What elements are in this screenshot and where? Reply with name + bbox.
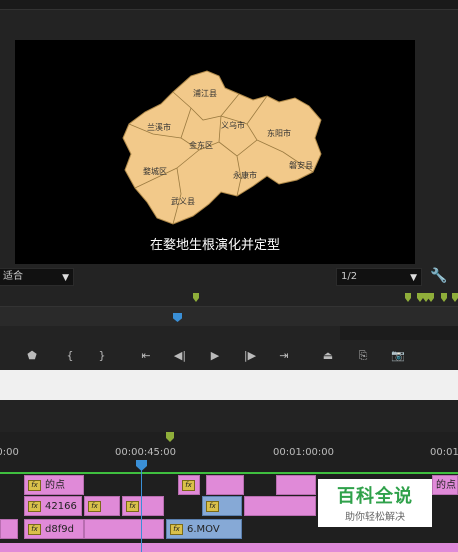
map-label: 浦江县 xyxy=(193,88,217,98)
map-label: 东阳市 xyxy=(267,128,291,138)
clip[interactable] xyxy=(276,475,316,495)
marker[interactable] xyxy=(405,293,411,302)
region-map: 浦江县 兰溪市 义乌市 东阳市 金东区 婺城区 永康市 磐安县 武义县 xyxy=(122,70,322,225)
chevron-down-icon: ▼ xyxy=(62,273,69,283)
clip[interactable]: fx 的点 xyxy=(24,475,84,495)
clip[interactable] xyxy=(244,496,316,516)
extract-icon[interactable]: ⎘ xyxy=(355,348,371,364)
watermark-title: 百科全说 xyxy=(337,486,413,507)
camera-icon[interactable]: 📷 xyxy=(390,348,406,364)
timeline-panel: 00:00 00:00:45:00 00:01:00:00 00:01 fx 的点… xyxy=(0,400,458,552)
work-area-bar[interactable] xyxy=(0,472,458,474)
resolution-label: 1/2 xyxy=(341,271,358,282)
fx-badge: fx xyxy=(170,523,183,535)
mark-in-icon[interactable]: { xyxy=(62,348,78,364)
map-label: 武义县 xyxy=(171,196,195,206)
clip[interactable]: fx 42166 xyxy=(24,496,82,516)
fx-badge: fx xyxy=(206,500,219,512)
resolution-dropdown[interactable]: 1/2 ▼ xyxy=(336,268,422,286)
fx-badge: fx xyxy=(28,500,41,512)
clip[interactable]: fx xyxy=(84,496,120,516)
timecode: 00:01 xyxy=(430,447,458,458)
clip[interactable] xyxy=(84,519,164,539)
timeline-marker[interactable] xyxy=(166,432,174,442)
video-subtitle: 在婺地生根演化并定型 xyxy=(149,238,280,253)
play-icon[interactable]: ▶ xyxy=(207,348,223,364)
go-to-in-icon[interactable]: ⇤ xyxy=(138,348,154,364)
monitor-ruler[interactable] xyxy=(0,306,458,326)
fx-badge: fx xyxy=(182,479,195,491)
lift-icon[interactable]: ⏏ xyxy=(320,348,336,364)
add-marker-icon[interactable]: ⬟ xyxy=(24,348,40,364)
timeline-header xyxy=(0,400,458,432)
map-label: 永康市 xyxy=(233,170,257,180)
clip[interactable]: fx xyxy=(202,496,242,516)
chevron-down-icon: ▼ xyxy=(410,273,417,283)
clip[interactable]: fx xyxy=(122,496,164,516)
fit-label: 适合 xyxy=(3,271,23,282)
clip[interactable]: 的点 xyxy=(432,475,458,495)
clip-label: 42166 xyxy=(45,501,77,512)
clip[interactable]: fx xyxy=(178,475,200,495)
fx-badge: fx xyxy=(126,500,139,512)
clip-label: d8f9d xyxy=(45,524,74,535)
fx-badge: fx xyxy=(88,500,101,512)
map-label: 金东区 xyxy=(189,140,213,150)
timecode: 00:00 xyxy=(0,447,19,458)
transport-controls: ⬟ { } ⇤ ◀| ▶ |▶ ⇥ ⏏ ⎘ 📷 xyxy=(0,342,458,370)
marker[interactable] xyxy=(417,293,423,302)
fx-badge: fx xyxy=(28,479,41,491)
step-back-icon[interactable]: ◀| xyxy=(172,348,188,364)
fx-badge: fx xyxy=(28,523,41,535)
marker-bar xyxy=(0,290,458,306)
partial-track xyxy=(0,543,458,552)
marker[interactable] xyxy=(193,293,199,302)
clip[interactable]: fx d8f9d xyxy=(24,519,84,539)
step-forward-icon[interactable]: |▶ xyxy=(242,348,258,364)
timecode: 00:01:00:00 xyxy=(273,447,335,458)
map-label: 义乌市 xyxy=(221,120,245,130)
watermark-subtitle: 助你轻松解决 xyxy=(345,512,405,523)
panel-separator xyxy=(0,370,458,400)
clip-label: 的点 xyxy=(436,480,456,491)
map-label: 兰溪市 xyxy=(147,122,171,132)
mark-out-icon[interactable]: } xyxy=(94,348,110,364)
clip[interactable] xyxy=(0,519,18,539)
map-label: 婺城区 xyxy=(143,166,167,176)
marker[interactable] xyxy=(428,293,434,302)
monitor-control-bar: 适合 ▼ 1/2 ▼ xyxy=(0,266,458,288)
clip[interactable] xyxy=(206,475,244,495)
playhead-line xyxy=(141,465,142,552)
wrench-icon[interactable]: 🔧 xyxy=(430,268,448,286)
fit-dropdown[interactable]: 适合 ▼ xyxy=(0,268,74,286)
go-to-out-icon[interactable]: ⇥ xyxy=(276,348,292,364)
marker[interactable] xyxy=(441,293,447,302)
clip[interactable]: fx 6.MOV xyxy=(166,519,242,539)
clip-label: 的点 xyxy=(45,480,65,491)
timecode: 00:00:45:00 xyxy=(115,447,177,458)
clip-label: 6.MOV xyxy=(187,524,220,535)
top-strip xyxy=(0,0,458,10)
program-monitor: 浦江县 兰溪市 义乌市 东阳市 金东区 婺城区 永康市 磐安县 武义县 在婺地生… xyxy=(15,40,415,264)
zoom-scrollbar[interactable] xyxy=(340,326,458,340)
watermark: 百科全说 助你轻松解决 xyxy=(318,479,432,527)
map-label: 磐安县 xyxy=(289,160,313,170)
marker[interactable] xyxy=(452,293,458,302)
